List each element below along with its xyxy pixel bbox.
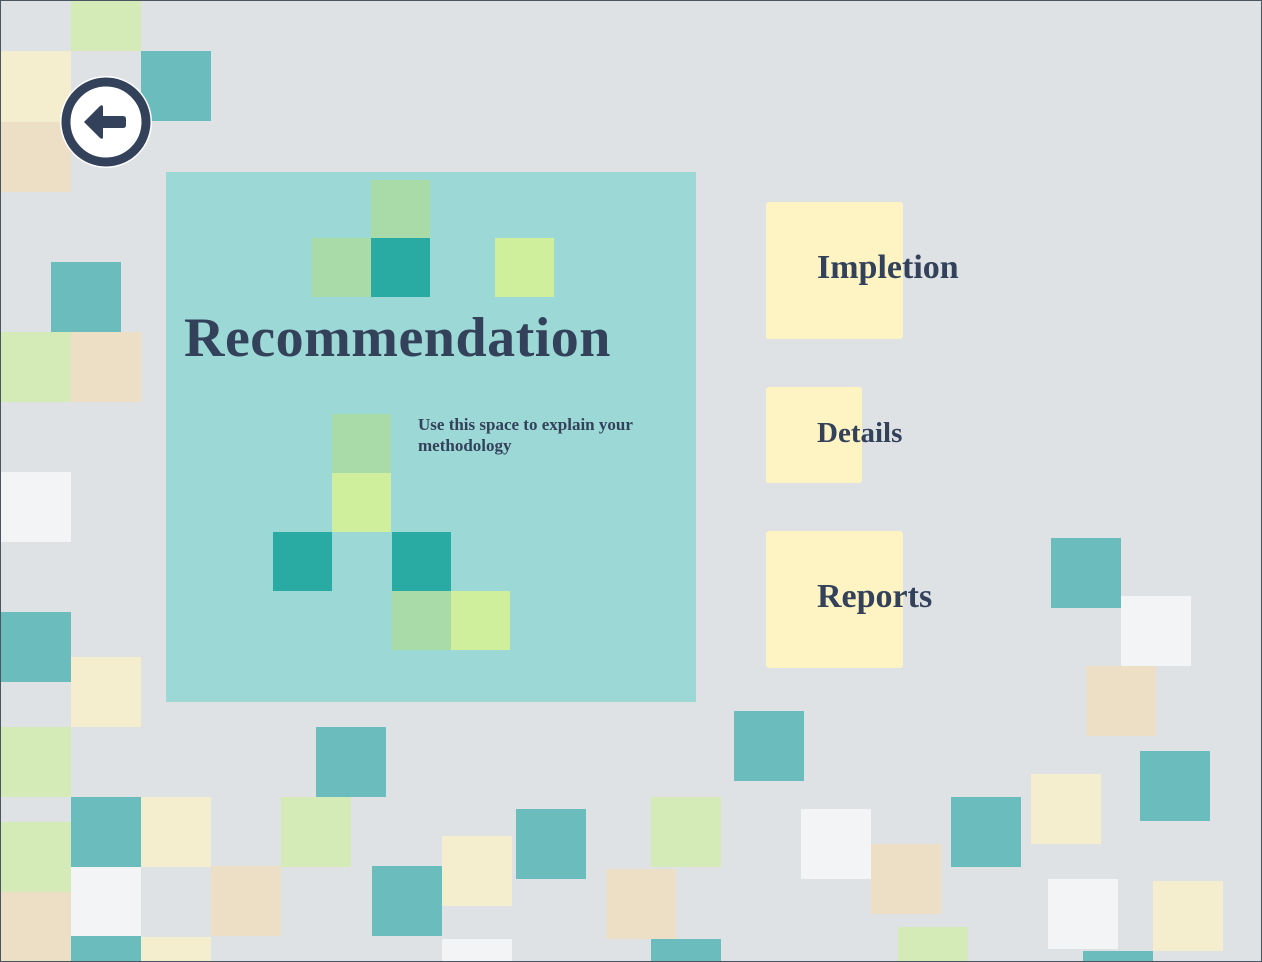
methodology-description: Use this space to explain your methodolo… bbox=[418, 415, 633, 455]
nav-item-impletion[interactable]: Impletion bbox=[766, 202, 986, 339]
panel-deco-square bbox=[332, 473, 391, 532]
panel-deco-square bbox=[392, 591, 451, 650]
deco-square bbox=[871, 844, 941, 914]
panel-deco-square bbox=[273, 532, 332, 591]
deco-square bbox=[1, 822, 71, 892]
nav-item-label: Reports bbox=[817, 578, 933, 615]
deco-square bbox=[801, 809, 871, 879]
deco-square bbox=[71, 0, 141, 51]
panel-deco-square bbox=[332, 414, 391, 473]
deco-square bbox=[1, 472, 71, 542]
deco-square bbox=[71, 797, 141, 867]
deco-square bbox=[516, 809, 586, 879]
deco-square bbox=[442, 836, 512, 906]
deco-square bbox=[651, 939, 721, 962]
deco-square bbox=[1051, 538, 1121, 608]
deco-square bbox=[316, 727, 386, 797]
deco-square bbox=[1, 332, 71, 402]
deco-square bbox=[211, 866, 281, 936]
deco-square bbox=[141, 797, 211, 867]
deco-square bbox=[1, 892, 71, 962]
deco-square bbox=[1153, 881, 1223, 951]
deco-square bbox=[1086, 666, 1156, 736]
nav-item-label: Details bbox=[817, 417, 903, 449]
back-button[interactable] bbox=[60, 76, 152, 168]
deco-square bbox=[71, 332, 141, 402]
panel-deco-square bbox=[495, 238, 554, 297]
panel-deco-square bbox=[392, 532, 451, 591]
deco-square bbox=[71, 936, 141, 962]
deco-square bbox=[1121, 596, 1191, 666]
deco-square bbox=[1048, 879, 1118, 949]
content-panel: Recommendation Use this space to explain… bbox=[166, 172, 696, 702]
panel-deco-square bbox=[371, 180, 430, 239]
panel-deco-square bbox=[371, 238, 430, 297]
deco-square bbox=[1083, 951, 1153, 962]
deco-square bbox=[71, 657, 141, 727]
deco-square bbox=[281, 797, 351, 867]
page-title: Recommendation bbox=[184, 307, 611, 369]
arrow-left-circle-icon bbox=[61, 77, 151, 167]
deco-square bbox=[734, 711, 804, 781]
panel-deco-square bbox=[451, 591, 510, 650]
deco-square bbox=[372, 866, 442, 936]
deco-square bbox=[1140, 751, 1210, 821]
deco-square bbox=[442, 939, 512, 962]
deco-square bbox=[51, 262, 121, 332]
deco-square bbox=[71, 867, 141, 936]
deco-square bbox=[141, 937, 211, 962]
deco-square bbox=[651, 797, 721, 867]
panel-deco-square bbox=[312, 238, 371, 297]
deco-square bbox=[606, 869, 676, 939]
deco-square bbox=[1031, 774, 1101, 844]
deco-square bbox=[1, 727, 71, 797]
nav-item-details[interactable]: Details bbox=[766, 387, 926, 483]
deco-square bbox=[951, 797, 1021, 867]
deco-square bbox=[898, 927, 968, 962]
nav-item-reports[interactable]: Reports bbox=[766, 531, 966, 668]
nav-item-label: Impletion bbox=[817, 249, 959, 286]
deco-square bbox=[1, 612, 71, 682]
